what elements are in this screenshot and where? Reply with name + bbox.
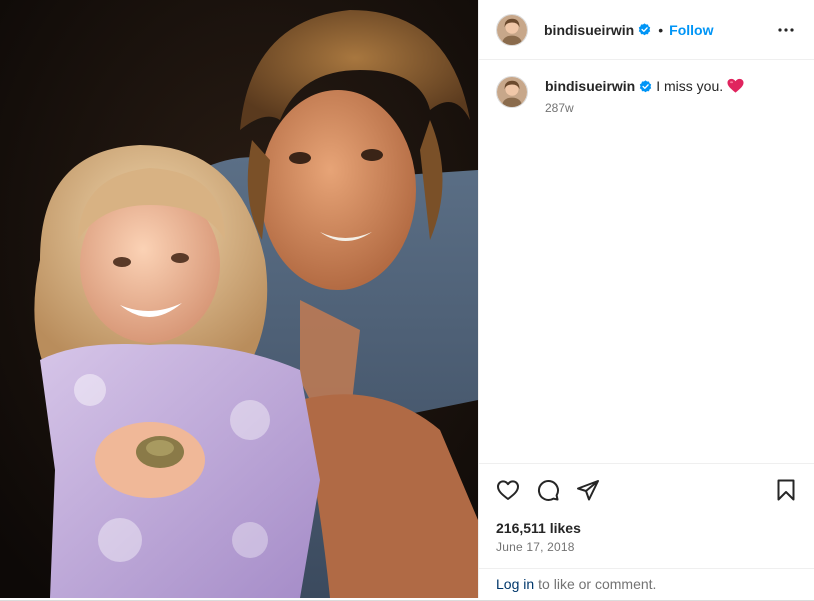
heart-icon[interactable]	[496, 478, 520, 502]
comment-icon[interactable]	[536, 478, 560, 502]
verified-badge-icon	[639, 79, 652, 93]
caption-timestamp[interactable]: 287w	[545, 101, 744, 115]
caption-text: I miss you.	[656, 78, 724, 94]
instagram-post: bindisueirwin • Follow bindisueirwin I m…	[0, 0, 814, 601]
follow-button[interactable]: Follow	[669, 22, 713, 38]
caption-avatar[interactable]	[496, 76, 528, 108]
post-photo-illustration	[0, 0, 478, 598]
more-options-icon[interactable]	[777, 21, 795, 39]
caption-line: bindisueirwin I miss you.	[545, 77, 744, 95]
post-details-panel: bindisueirwin • Follow bindisueirwin I m…	[478, 0, 814, 598]
login-prompt-text: to like or comment.	[538, 575, 657, 592]
caption-username[interactable]: bindisueirwin	[545, 77, 635, 95]
post-photo[interactable]	[0, 0, 478, 598]
share-icon[interactable]	[576, 478, 600, 502]
action-icons	[496, 478, 616, 502]
caption-comment: bindisueirwin I miss you. 287w	[496, 76, 744, 115]
header-separator: •	[658, 21, 664, 38]
author-avatar[interactable]	[496, 13, 528, 46]
likes-count[interactable]: 216,511 likes	[496, 520, 581, 536]
post-header: bindisueirwin • Follow	[479, 0, 814, 60]
red-heart-emoji-icon	[727, 78, 744, 94]
bookmark-icon[interactable]	[774, 478, 798, 502]
author-username[interactable]: bindisueirwin	[544, 22, 634, 38]
login-link[interactable]: Log in	[496, 576, 534, 592]
caption-body: bindisueirwin I miss you. 287w	[545, 77, 744, 115]
avatar-photo	[497, 77, 527, 107]
post-date[interactable]: June 17, 2018	[496, 540, 575, 554]
login-prompt: Log in to like or comment.	[479, 568, 814, 598]
verified-badge-icon	[638, 23, 651, 36]
actions-section: 216,511 likes June 17, 2018	[479, 463, 814, 568]
avatar-photo	[497, 14, 527, 45]
